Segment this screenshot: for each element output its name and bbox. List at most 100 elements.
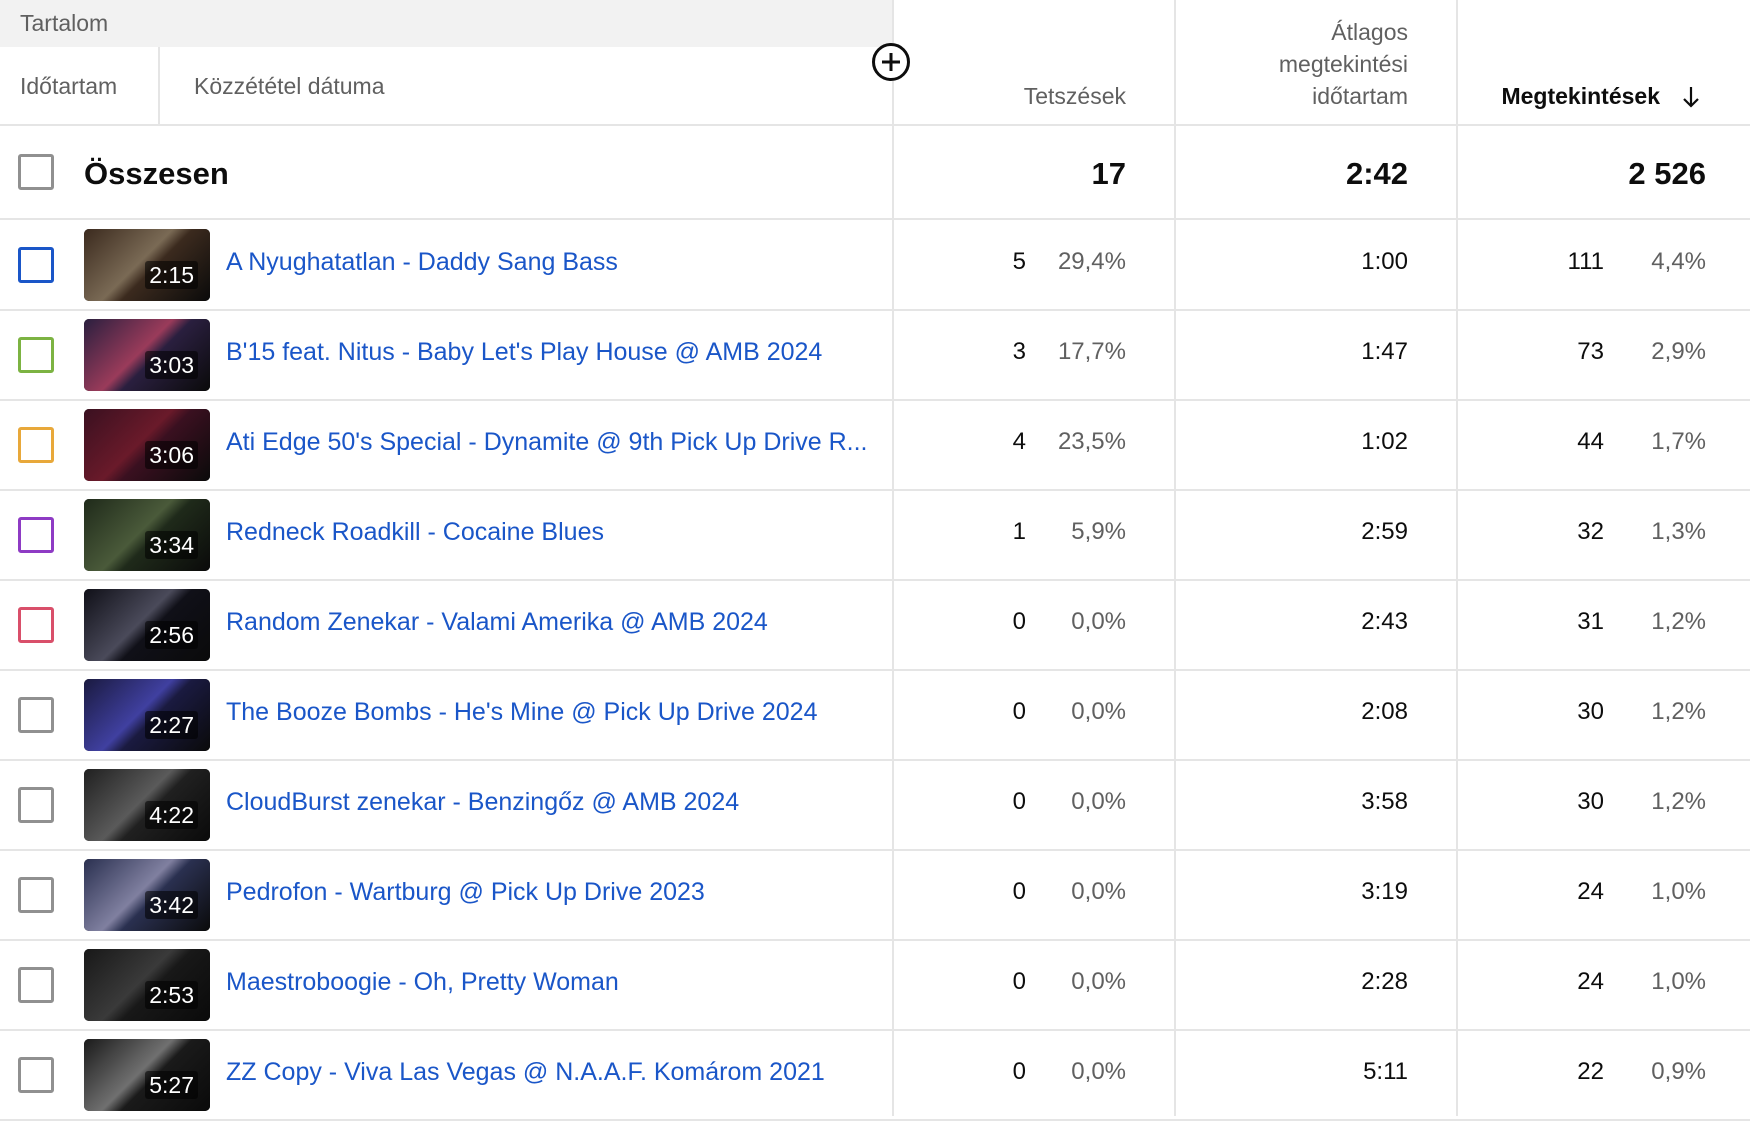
video-title-link[interactable]: Redneck Roadkill - Cocaine Blues xyxy=(226,518,876,547)
table-row[interactable]: 4:22 CloudBurst zenekar - Benzingőz @ AM… xyxy=(0,760,1750,850)
video-thumbnail[interactable]: 2:53 xyxy=(84,949,210,1021)
video-title-link[interactable]: Pedrofon - Wartburg @ Pick Up Drive 2023 xyxy=(226,878,876,907)
total-row: Összesen 17 2:42 2 526 xyxy=(0,126,1750,218)
views-column-header[interactable]: Megtekintések xyxy=(1458,0,1706,124)
avg-header-line3: időtartam xyxy=(1312,83,1408,109)
video-thumbnail[interactable]: 3:34 xyxy=(84,499,210,571)
video-title-link[interactable]: A Nyughatatlan - Daddy Sang Bass xyxy=(226,248,876,277)
video-thumbnail[interactable]: 3:06 xyxy=(84,409,210,481)
table-row[interactable]: 5:27 ZZ Copy - Viva Las Vegas @ N.A.A.F.… xyxy=(0,1030,1750,1120)
avg-duration-value: 3:58 xyxy=(1361,788,1408,815)
row-checkbox[interactable] xyxy=(18,247,54,283)
sort-down-arrow-icon[interactable] xyxy=(1676,82,1706,112)
views-value: 73 xyxy=(1577,338,1604,365)
table-row[interactable]: 3:03 B'15 feat. Nitus - Baby Let's Play … xyxy=(0,310,1750,400)
views-percent: 2,9% xyxy=(1651,338,1706,365)
table-row[interactable]: 2:15 A Nyughatatlan - Daddy Sang Bass 5 … xyxy=(0,220,1750,310)
views-percent: 4,4% xyxy=(1651,248,1706,275)
table-row[interactable]: 2:56 Random Zenekar - Valami Amerika @ A… xyxy=(0,580,1750,670)
likes-value: 1 xyxy=(1012,518,1026,545)
video-thumbnail[interactable]: 3:03 xyxy=(84,319,210,391)
avg-duration-value: 3:19 xyxy=(1361,878,1408,905)
avg-duration-column-header[interactable]: Átlagos megtekintési időtartam xyxy=(1176,0,1408,124)
views-value: 24 xyxy=(1577,968,1604,995)
avg-duration-value: 1:00 xyxy=(1361,248,1408,275)
video-title-link[interactable]: Random Zenekar - Valami Amerika @ AMB 20… xyxy=(226,608,876,637)
thumbnail-duration: 2:27 xyxy=(145,711,198,739)
table-row[interactable]: 3:34 Redneck Roadkill - Cocaine Blues 1 … xyxy=(0,490,1750,580)
views-value: 44 xyxy=(1577,428,1604,455)
row-checkbox[interactable] xyxy=(18,787,54,823)
thumbnail-duration: 2:56 xyxy=(145,621,198,649)
row-checkbox[interactable] xyxy=(18,1057,54,1093)
avg-header-line1: Átlagos xyxy=(1331,19,1408,45)
likes-value: 4 xyxy=(1012,428,1026,455)
thumbnail-duration: 3:06 xyxy=(145,441,198,469)
table-row[interactable]: 2:27 The Booze Bombs - He's Mine @ Pick … xyxy=(0,670,1750,760)
row-checkbox[interactable] xyxy=(18,967,54,1003)
likes-column-header[interactable]: Tetszések xyxy=(894,0,1126,124)
views-percent: 1,3% xyxy=(1651,518,1706,545)
video-title-link[interactable]: B'15 feat. Nitus - Baby Let's Play House… xyxy=(226,338,876,367)
content-group-header: Tartalom xyxy=(0,0,892,47)
likes-value: 0 xyxy=(1012,608,1026,635)
likes-percent: 0,0% xyxy=(1071,698,1126,725)
thumbnail-duration: 3:34 xyxy=(145,531,198,559)
row-checkbox[interactable] xyxy=(18,427,54,463)
likes-percent: 29,4% xyxy=(1057,248,1126,275)
views-value: 30 xyxy=(1577,788,1604,815)
thumbnail-duration: 4:22 xyxy=(145,801,198,829)
video-thumbnail[interactable]: 5:27 xyxy=(84,1039,210,1111)
likes-percent: 0,0% xyxy=(1071,608,1126,635)
likes-percent: 0,0% xyxy=(1071,1058,1126,1085)
video-thumbnail[interactable]: 2:56 xyxy=(84,589,210,661)
duration-column-header[interactable]: Időtartam xyxy=(0,47,160,125)
avg-duration-value: 2:43 xyxy=(1361,608,1408,635)
views-value: 111 xyxy=(1567,248,1604,275)
likes-percent: 17,7% xyxy=(1057,338,1126,365)
thumbnail-duration: 2:53 xyxy=(145,981,198,1009)
avg-duration-value: 1:02 xyxy=(1361,428,1408,455)
views-value: 30 xyxy=(1577,698,1604,725)
thumbnail-duration: 3:03 xyxy=(145,351,198,379)
views-percent: 1,7% xyxy=(1651,428,1706,455)
total-label: Összesen xyxy=(84,156,229,191)
video-title-link[interactable]: Ati Edge 50's Special - Dynamite @ 9th P… xyxy=(226,428,876,457)
likes-percent: 5,9% xyxy=(1071,518,1126,545)
thumbnail-duration: 5:27 xyxy=(145,1071,198,1099)
likes-value: 5 xyxy=(1012,248,1026,275)
views-value: 31 xyxy=(1577,608,1604,635)
views-percent: 1,2% xyxy=(1651,788,1706,815)
views-header-label: Megtekintések xyxy=(1501,83,1660,109)
video-thumbnail[interactable]: 2:15 xyxy=(84,229,210,301)
table-row[interactable]: 3:06 Ati Edge 50's Special - Dynamite @ … xyxy=(0,400,1750,490)
video-title-link[interactable]: ZZ Copy - Viva Las Vegas @ N.A.A.F. Komá… xyxy=(226,1058,876,1087)
row-checkbox[interactable] xyxy=(18,877,54,913)
likes-value: 0 xyxy=(1012,698,1026,725)
avg-duration-value: 2:08 xyxy=(1361,698,1408,725)
views-percent: 1,0% xyxy=(1651,968,1706,995)
row-checkbox[interactable] xyxy=(18,697,54,733)
video-thumbnail[interactable]: 4:22 xyxy=(84,769,210,841)
video-thumbnail[interactable]: 2:27 xyxy=(84,679,210,751)
views-percent: 1,2% xyxy=(1651,698,1706,725)
total-views: 2 526 xyxy=(1628,156,1706,191)
likes-header-label: Tetszések xyxy=(1023,83,1126,109)
row-checkbox[interactable] xyxy=(18,607,54,643)
video-title-link[interactable]: CloudBurst zenekar - Benzingőz @ AMB 202… xyxy=(226,788,876,817)
video-title-link[interactable]: Maestroboogie - Oh, Pretty Woman xyxy=(226,968,876,997)
table-row[interactable]: 3:42 Pedrofon - Wartburg @ Pick Up Drive… xyxy=(0,850,1750,940)
thumbnail-duration: 2:15 xyxy=(145,261,198,289)
row-checkbox[interactable] xyxy=(18,517,54,553)
table-row[interactable]: 2:53 Maestroboogie - Oh, Pretty Woman 0 … xyxy=(0,940,1750,1030)
likes-value: 3 xyxy=(1012,338,1026,365)
likes-value: 0 xyxy=(1012,878,1026,905)
video-title-link[interactable]: The Booze Bombs - He's Mine @ Pick Up Dr… xyxy=(226,698,876,727)
video-thumbnail[interactable]: 3:42 xyxy=(84,859,210,931)
avg-duration-value: 2:59 xyxy=(1361,518,1408,545)
views-percent: 0,9% xyxy=(1651,1058,1706,1085)
select-all-checkbox[interactable] xyxy=(18,154,54,190)
row-checkbox[interactable] xyxy=(18,337,54,373)
pubdate-column-header[interactable]: Közzététel dátuma xyxy=(162,47,562,125)
avg-duration-value: 5:11 xyxy=(1363,1058,1408,1085)
